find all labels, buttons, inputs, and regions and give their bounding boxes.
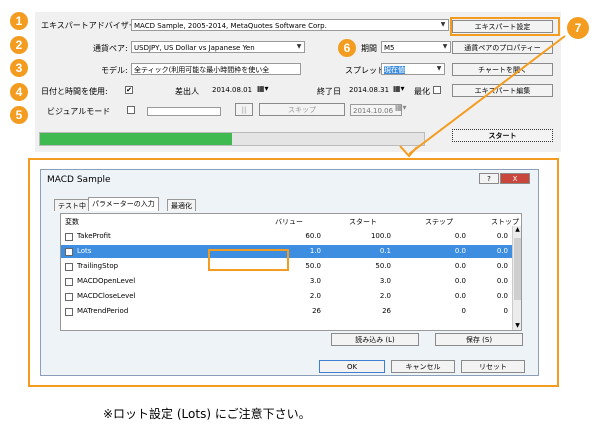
- expert-value: MACD Sample, 2005-2014, MetaQuotes Softw…: [134, 22, 327, 30]
- row-checkbox[interactable]: [65, 248, 73, 256]
- progress-bar: [39, 132, 425, 146]
- load-button[interactable]: 読み込み (L): [331, 333, 419, 346]
- cell-value[interactable]: 1.0: [310, 245, 321, 258]
- symbol-value: USDJPY, US Dollar vs Japanese Yen: [134, 44, 255, 52]
- from-date[interactable]: 2014.08.01: [210, 84, 262, 96]
- cell-step[interactable]: 0.0: [455, 290, 466, 303]
- cell-name: TrailingStop: [77, 262, 119, 270]
- parameters-table: 変数 バリュー スタート ステップ ストップ TakeProfit 60.0 100…: [60, 213, 522, 331]
- model-value: 全ティック(利用可能な最小時間枠を使い全: [134, 66, 270, 74]
- table-row[interactable]: TakeProfit 60.0 100.0 0.0 0.0: [61, 230, 512, 243]
- cell-step[interactable]: 0.0: [455, 260, 466, 273]
- save-button[interactable]: 保存 (S): [435, 333, 523, 346]
- cell-value[interactable]: 50.0: [305, 260, 321, 273]
- dialog-title: MACD Sample: [47, 175, 111, 185]
- speed-slider[interactable]: [147, 107, 221, 116]
- cell-step[interactable]: 0.0: [455, 275, 466, 288]
- cell-step[interactable]: 0.0: [455, 245, 466, 258]
- skip-button[interactable]: スキップ: [259, 103, 345, 116]
- badge-4: 4: [10, 83, 28, 101]
- visual-mode-label: ビジュアルモード: [47, 107, 111, 116]
- close-button[interactable]: X: [500, 173, 530, 184]
- visual-mode-checkbox[interactable]: [127, 106, 135, 114]
- header-step: ステップ: [425, 218, 453, 226]
- use-date-checkbox[interactable]: ✔: [125, 86, 133, 94]
- cell-stop[interactable]: 0.0: [497, 230, 508, 243]
- period-label: 期間: [361, 44, 377, 53]
- cell-step[interactable]: 0.0: [455, 230, 466, 243]
- header-value: バリュー: [275, 218, 303, 226]
- badge-5: 5: [10, 106, 28, 124]
- badge-3: 3: [10, 59, 28, 77]
- use-date-label: 日付と時間を使用:: [41, 87, 108, 96]
- tab-optimization[interactable]: 最適化: [167, 199, 196, 211]
- progress-bar-fill: [40, 133, 232, 145]
- badge-1: 1: [10, 12, 28, 30]
- tab-testing[interactable]: テスト中: [54, 199, 90, 211]
- ok-button[interactable]: OK: [319, 360, 385, 373]
- chevron-down-icon: ▼: [296, 43, 302, 50]
- cell-name: TakeProfit: [77, 232, 111, 240]
- scroll-up-icon[interactable]: ▲: [513, 226, 521, 234]
- cell-stop[interactable]: 0.0: [497, 245, 508, 258]
- callout-arrow: [399, 35, 566, 158]
- expert-properties-dialog: MACD Sample ? X テスト中 パラメーターの入力 最適化 変数 バリ…: [40, 169, 539, 376]
- cell-start[interactable]: 26: [382, 305, 391, 318]
- symbol-select[interactable]: USDJPY, US Dollar vs Japanese Yen ▼: [131, 41, 305, 53]
- reset-button[interactable]: リセット: [461, 360, 525, 373]
- tab-inputs[interactable]: パラメーターの入力: [88, 197, 159, 211]
- cell-value[interactable]: 2.0: [310, 290, 321, 303]
- row-checkbox[interactable]: [65, 263, 73, 271]
- cell-stop[interactable]: 0.0: [497, 290, 508, 303]
- cell-value[interactable]: 60.0: [305, 230, 321, 243]
- header-variable: 変数: [65, 218, 79, 226]
- cell-value[interactable]: 26: [312, 305, 321, 318]
- cell-start[interactable]: 50.0: [375, 260, 391, 273]
- cell-value[interactable]: 3.0: [310, 275, 321, 288]
- table-row[interactable]: MATrendPeriod 26 26 0 0: [61, 305, 512, 318]
- row-checkbox[interactable]: [65, 308, 73, 316]
- cell-stop[interactable]: 0.0: [497, 260, 508, 273]
- cell-step[interactable]: 0: [462, 305, 466, 318]
- cell-name: MACDOpenLevel: [77, 277, 136, 285]
- badge-6: 6: [338, 39, 356, 57]
- cell-name: MATrendPeriod: [77, 307, 129, 315]
- from-label: 差出人: [175, 87, 199, 96]
- help-button[interactable]: ?: [479, 173, 499, 184]
- cell-start[interactable]: 2.0: [380, 290, 391, 303]
- badge-2: 2: [10, 36, 28, 54]
- cell-start[interactable]: 0.1: [380, 245, 391, 258]
- header-start: スタート: [349, 218, 377, 226]
- expert-label: エキスパートアドバイザー:: [41, 21, 140, 30]
- scroll-down-icon[interactable]: ▼: [513, 322, 521, 330]
- row-checkbox[interactable]: [65, 278, 73, 286]
- calendar-icon[interactable]: ▦▾: [257, 84, 269, 93]
- cancel-button[interactable]: キャンセル: [391, 360, 455, 373]
- model-select[interactable]: 全ティック(利用可能な最小時間枠を使い全: [131, 63, 301, 75]
- cell-stop[interactable]: 0.0: [497, 275, 508, 288]
- cell-start[interactable]: 3.0: [380, 275, 391, 288]
- cell-stop[interactable]: 0: [504, 305, 508, 318]
- row-checkbox[interactable]: [65, 233, 73, 241]
- to-label: 終了日: [317, 87, 341, 96]
- cell-name: MACDCloseLevel: [77, 292, 136, 300]
- highlight-lots-value: [208, 249, 289, 271]
- cell-name: Lots: [77, 247, 92, 255]
- pause-button[interactable]: ||: [235, 103, 253, 116]
- spread-label: スプレッド: [345, 66, 385, 75]
- table-row[interactable]: MACDCloseLevel 2.0 2.0 0.0 0.0: [61, 290, 512, 303]
- table-row[interactable]: MACDOpenLevel 3.0 3.0 0.0 0.0: [61, 275, 512, 288]
- cell-start[interactable]: 100.0: [371, 230, 391, 243]
- scrollbar[interactable]: ▲ ▼: [512, 226, 521, 330]
- scroll-thumb[interactable]: [514, 238, 521, 300]
- row-checkbox[interactable]: [65, 293, 73, 301]
- symbol-label: 通貨ペア:: [93, 44, 128, 53]
- lots-note: ※ロット設定 (Lots) にご注意下さい。: [103, 407, 311, 421]
- model-label: モデル:: [101, 66, 128, 75]
